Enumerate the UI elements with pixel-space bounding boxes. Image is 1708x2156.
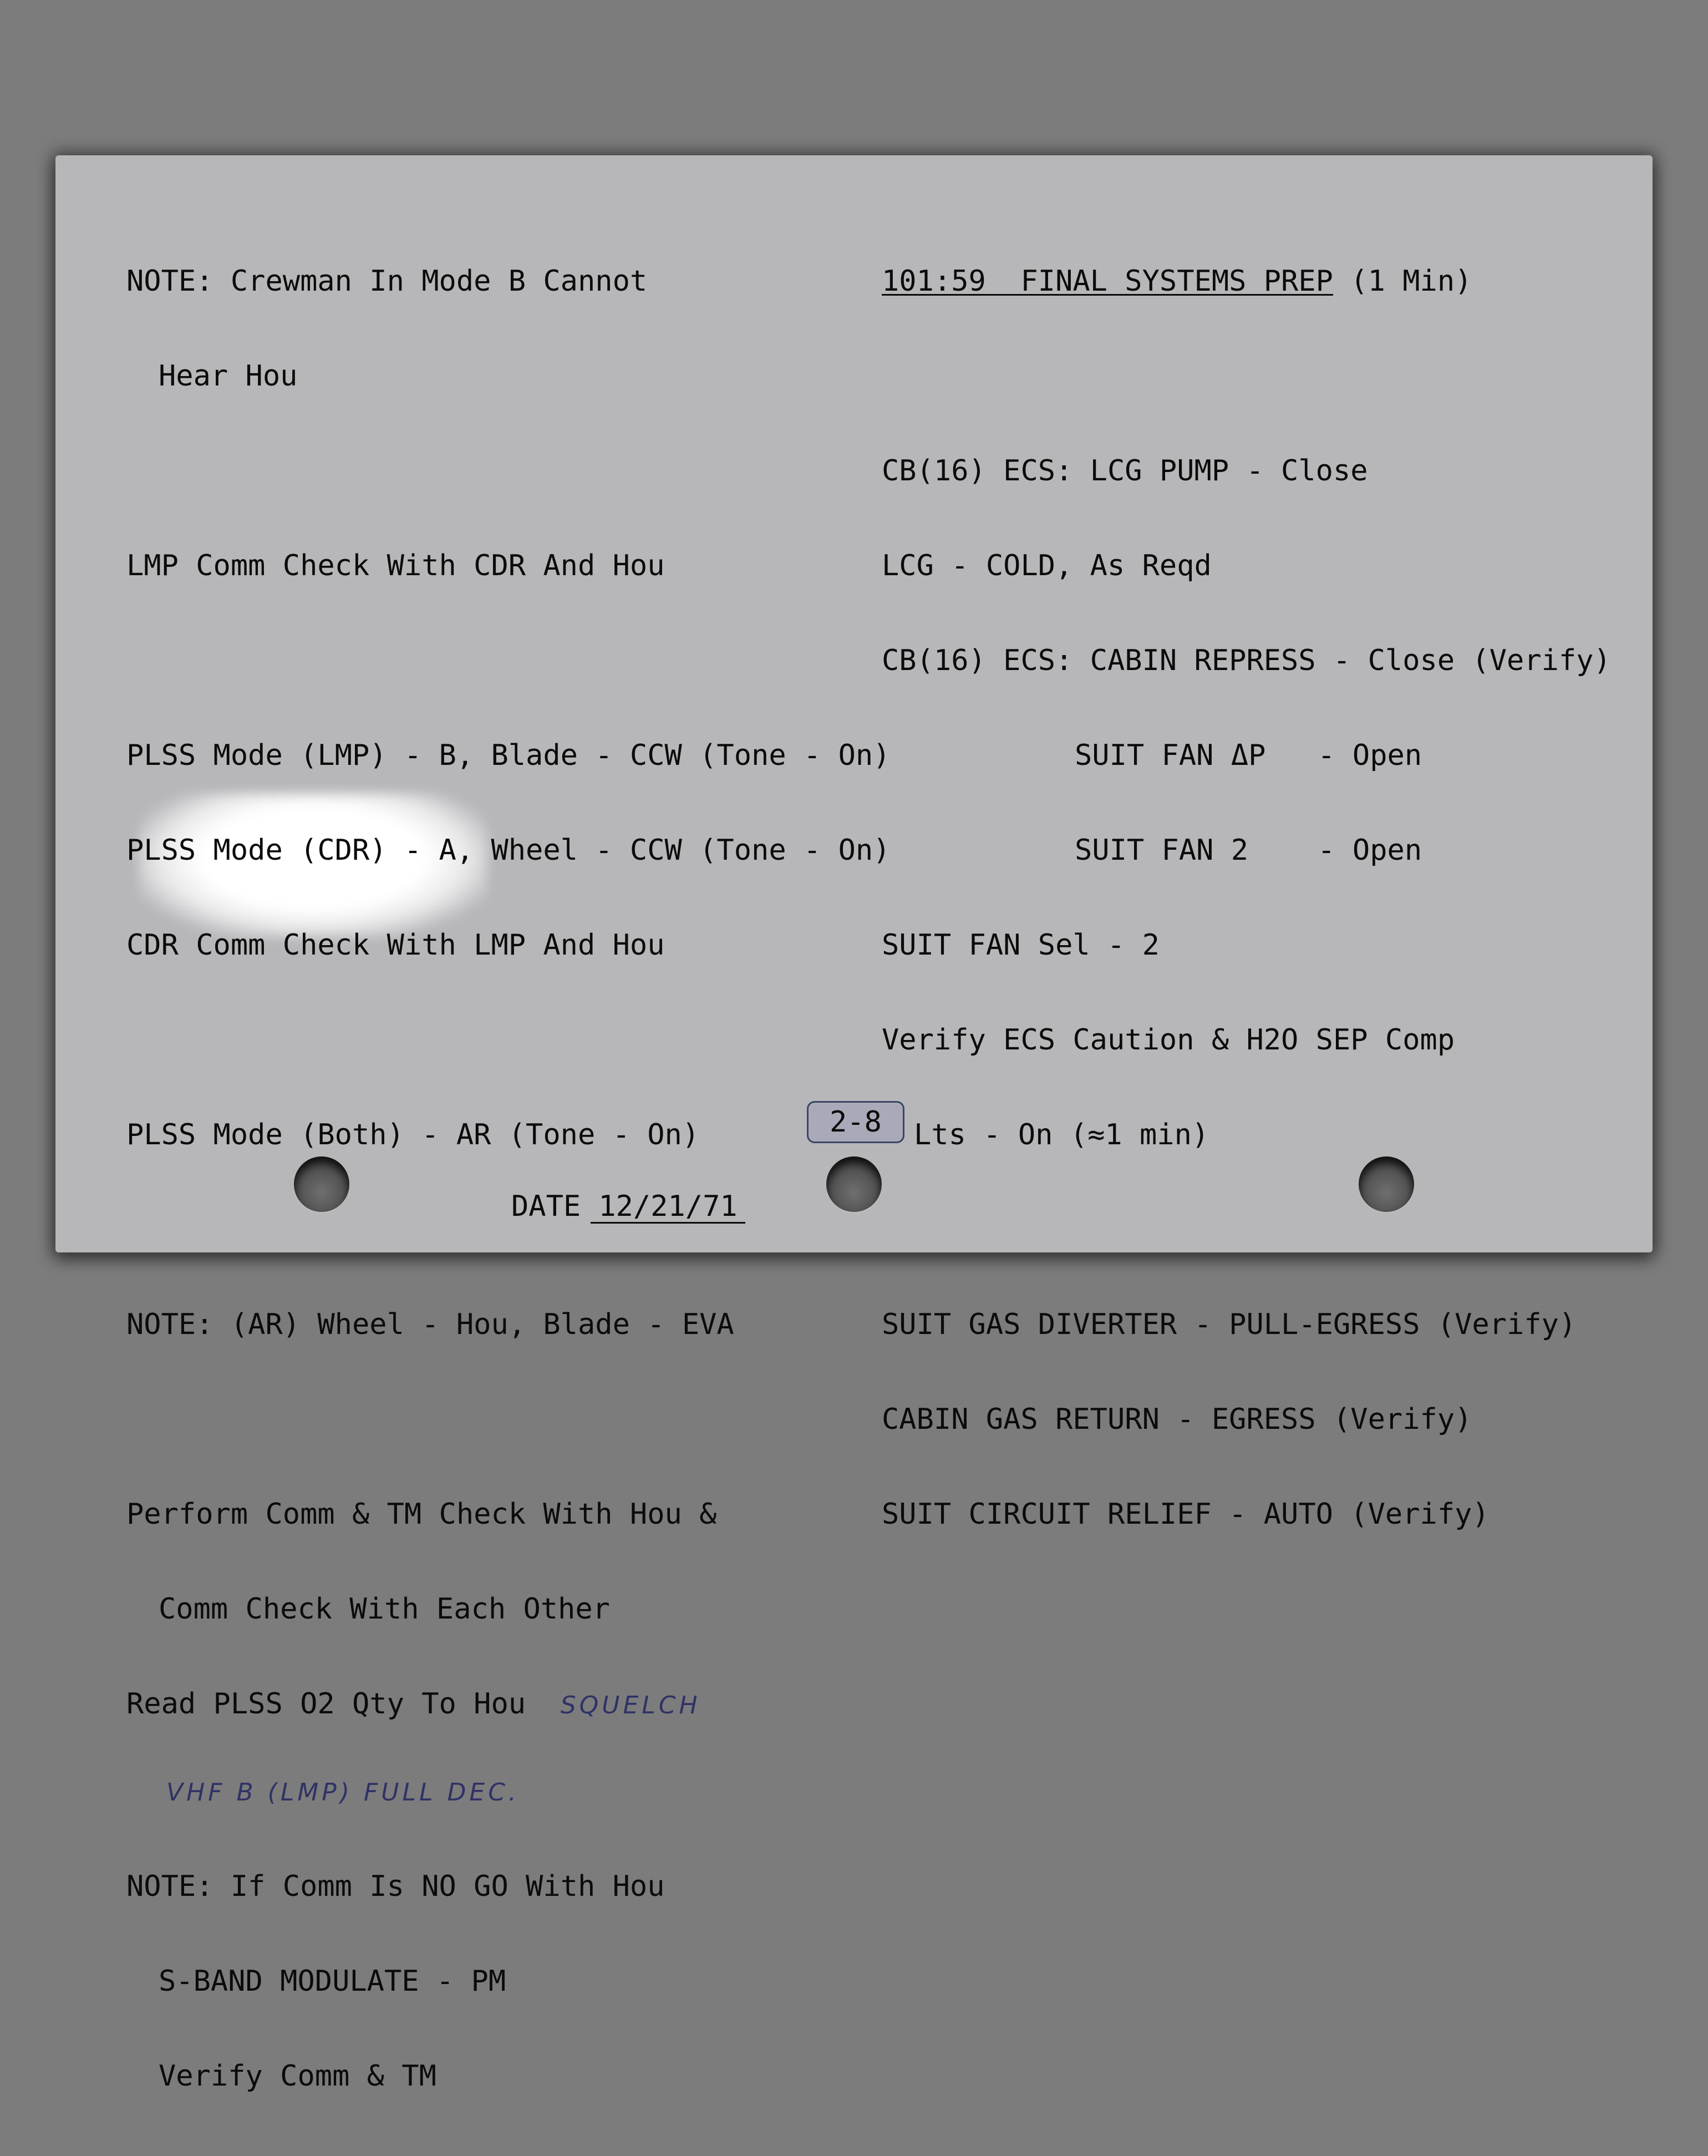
perform-comm-tm-line1: Perform Comm & TM Check With Hou & xyxy=(126,1498,717,1531)
section-heading: 101:59 FINAL SYSTEMS PREP (1 Min) xyxy=(882,266,1619,297)
lcg-cold: LCG - COLD, As Reqd xyxy=(882,549,1212,582)
right-column: 101:59 FINAL SYSTEMS PREP (1 Min) CB(16)… xyxy=(882,202,1619,1594)
plss-mode-both: PLSS Mode (Both) - AR (Tone - On) xyxy=(126,1118,700,1151)
date-row: DATE 12/21/71 xyxy=(511,1190,745,1224)
suit-gas-diverter: SUIT GAS DIVERTER - PULL-EGRESS (Verify) xyxy=(882,1308,1577,1341)
plss-mode-cdr: PLSS Mode (CDR) - A, Wheel - CCW (Tone -… xyxy=(126,834,891,867)
lmp-comm-check: LMP Comm Check With CDR And Hou xyxy=(126,549,665,582)
cabin-gas-return: CABIN GAS RETURN - EGRESS (Verify) xyxy=(882,1403,1472,1436)
section-heading-title: 101:59 FINAL SYSTEMS PREP xyxy=(882,265,1333,298)
read-plss-o2: Read PLSS O2 Qty To Hou SQUELCH xyxy=(126,1688,847,1720)
verify-comm-tm: Verify Comm & TM xyxy=(159,2059,436,2093)
note-ar-wheel: NOTE: (AR) Wheel - Hou, Blade - EVA xyxy=(126,1308,734,1341)
s-band-modulate: S-BAND MODULATE - PM xyxy=(159,1965,506,1998)
section-heading-duration: (1 Min) xyxy=(1333,265,1472,298)
verify-ecs-caution-line1: Verify ECS Caution & H2O SEP Comp xyxy=(882,1023,1455,1057)
note-comm-no-go: NOTE: If Comm Is NO GO With Hou xyxy=(126,1870,665,1903)
date-value: 12/21/71 xyxy=(591,1191,745,1224)
read-plss-o2-text: Read PLSS O2 Qty To Hou xyxy=(126,1687,526,1721)
plss-mode-lmp: PLSS Mode (LMP) - B, Blade - CCW (Tone -… xyxy=(126,739,891,772)
suit-circuit-relief: SUIT CIRCUIT RELIEF - AUTO (Verify) xyxy=(882,1498,1490,1531)
note-mode-b-line1: NOTE: Crewman In Mode B Cannot xyxy=(126,265,648,298)
cdr-comm-check: CDR Comm Check With LMP And Hou xyxy=(126,929,665,962)
suit-fan-delta-p: SUIT FAN ΔP - Open xyxy=(1075,739,1422,772)
cb16-lcg-pump: CB(16) ECS: LCG PUMP - Close xyxy=(882,454,1368,488)
left-column: NOTE: Crewman In Mode B Cannot Hear Hou … xyxy=(126,202,891,2155)
binder-hole-right xyxy=(1359,1156,1414,1212)
note-mode-b-line2: Hear Hou xyxy=(159,359,298,393)
suit-fan-sel: SUIT FAN Sel - 2 xyxy=(882,929,1160,962)
binder-hole-left xyxy=(294,1156,349,1212)
cb16-cabin-repress: CB(16) ECS: CABIN REPRESS - Close (Verif… xyxy=(882,644,1611,677)
handwritten-vhf-b: VHF B (LMP) FULL DEC. xyxy=(166,1778,520,1807)
verify-ecs-caution-line2: Lts - On (≈1 min) xyxy=(914,1118,1209,1151)
date-label: DATE xyxy=(511,1190,581,1223)
page-number-badge: 2-8 xyxy=(807,1101,904,1143)
binder-hole-center xyxy=(826,1156,882,1212)
perform-comm-tm-line2: Comm Check With Each Other xyxy=(159,1592,610,1626)
suit-fan-2: SUIT FAN 2 - Open xyxy=(1075,834,1422,867)
handwritten-squelch: SQUELCH xyxy=(560,1691,701,1719)
checklist-page: NOTE: Crewman In Mode B Cannot Hear Hou … xyxy=(55,155,1653,2092)
